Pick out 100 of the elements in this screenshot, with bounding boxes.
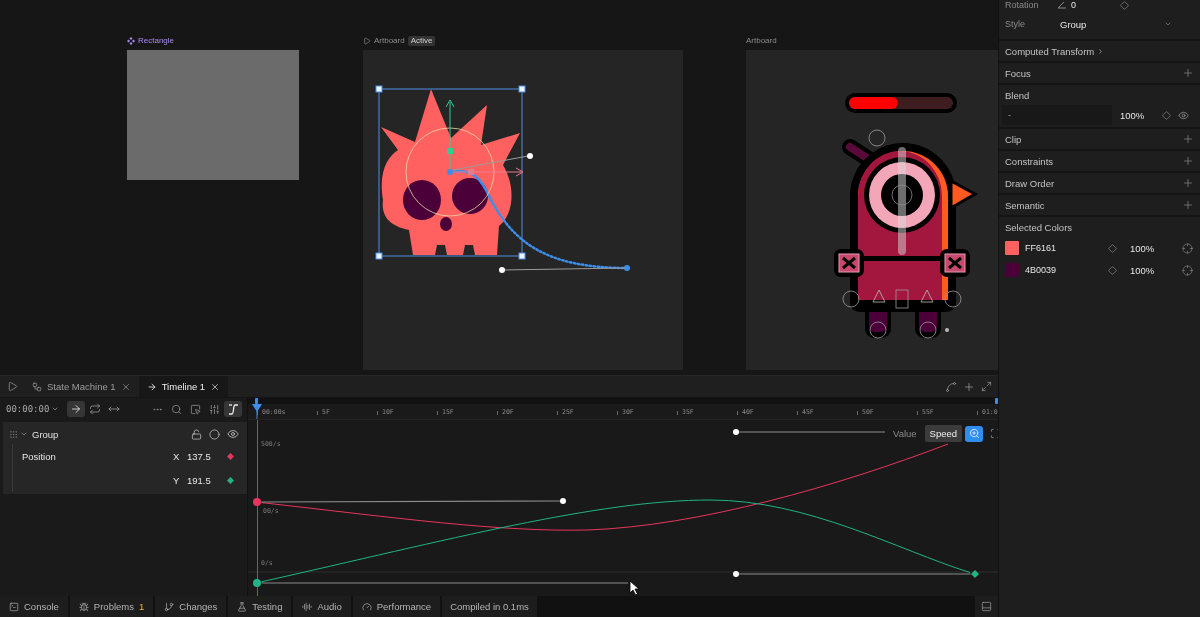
character-drawing[interactable] <box>834 129 979 339</box>
chevron-down-icon[interactable] <box>20 430 28 438</box>
blend-mode-field[interactable]: - <box>1002 105 1112 125</box>
problem-count: 1 <box>139 601 145 612</box>
pointer-cursor-icon <box>629 580 640 596</box>
shape-label[interactable]: Rectangle <box>138 36 175 46</box>
zoom-button[interactable] <box>965 425 984 442</box>
keyframe-dot[interactable] <box>253 579 261 587</box>
sliders-icon <box>208 403 220 415</box>
crosshair-icon[interactable] <box>1182 264 1193 276</box>
rotation-value[interactable]: 0 <box>1071 0 1076 10</box>
editor-tab[interactable]: Timeline 1 <box>138 376 229 397</box>
graph-mode-tab[interactable]: Speed <box>924 425 963 442</box>
section-title: Blend <box>1005 89 1030 101</box>
bug-icon <box>78 601 89 612</box>
keyframe-diamond-icon[interactable] <box>971 570 979 578</box>
curve-icon[interactable] <box>945 380 957 393</box>
close-icon[interactable] <box>120 381 131 392</box>
terminal-icon <box>9 601 19 612</box>
plus-icon[interactable] <box>1182 199 1194 211</box>
artboard-label[interactable]: Artboard <box>374 36 405 46</box>
unlock-icon[interactable] <box>191 428 202 440</box>
section-title: Constraints <box>1005 155 1054 167</box>
crosshair-icon[interactable] <box>1182 242 1193 254</box>
compile-status: Compiled in 0.1ms <box>442 596 537 617</box>
close-icon[interactable] <box>210 381 221 392</box>
time-display[interactable]: 00:00:00 <box>6 404 64 414</box>
bezier-handle[interactable] <box>452 153 533 171</box>
transform-gizmo[interactable] <box>405 99 524 217</box>
eye-icon[interactable] <box>227 428 239 440</box>
field-label: Style <box>1005 19 1026 29</box>
color-hex[interactable]: FF6161 <box>1025 243 1108 253</box>
keyframe-dot[interactable] <box>253 498 261 506</box>
grip-icon[interactable] <box>9 429 18 439</box>
gauge-icon <box>361 601 372 612</box>
color-hex[interactable]: 4B0039 <box>1025 265 1108 275</box>
range-handle[interactable] <box>255 398 258 404</box>
active-badge: Active <box>407 36 436 46</box>
pointer-square-icon <box>189 403 201 415</box>
axis-label: Y <box>173 474 181 486</box>
eye-icon[interactable] <box>1178 109 1189 121</box>
layer-name[interactable]: Group <box>32 428 59 440</box>
plus-icon[interactable] <box>1182 67 1194 79</box>
panel-toggle[interactable] <box>975 596 998 617</box>
property-value[interactable]: 137.5 <box>187 450 227 462</box>
audio-wave-icon <box>302 601 313 612</box>
speed-curve[interactable] <box>261 443 949 531</box>
search-icon <box>170 403 182 415</box>
section-title: Focus <box>1005 67 1031 79</box>
section-toggle[interactable]: Computed Transform <box>1005 45 1105 57</box>
keyframe-diamond-icon[interactable] <box>227 452 234 460</box>
graph-mode-tab[interactable]: Value <box>888 425 922 442</box>
playhead-marker[interactable] <box>252 403 262 419</box>
bezier-handle[interactable] <box>499 267 626 273</box>
field-label: Rotation <box>1005 0 1040 10</box>
property-value[interactable]: 191.5 <box>187 474 227 486</box>
panel-tab[interactable]: Console <box>0 596 68 617</box>
tangent-handle[interactable] <box>260 582 629 584</box>
opacity-value[interactable]: 100% <box>1122 264 1182 276</box>
panel-tab[interactable]: Audio <box>293 596 351 617</box>
section-title: Semantic <box>1005 199 1045 211</box>
panel-tab[interactable]: Changes <box>155 596 227 617</box>
ease-button[interactable] <box>224 401 242 417</box>
color-swatch-icon[interactable] <box>1005 263 1019 277</box>
panel-tab[interactable]: Problems 1 <box>69 596 154 617</box>
one-shot-button[interactable] <box>67 401 86 417</box>
tangent-handle[interactable] <box>260 498 566 504</box>
flowchart-icon <box>32 381 42 392</box>
branch-icon <box>164 601 175 612</box>
chevron-right-icon <box>1097 47 1105 55</box>
section-title: Draw Order <box>1005 177 1055 189</box>
play-icon[interactable] <box>363 37 371 45</box>
color-swatch-icon[interactable] <box>1005 241 1019 255</box>
loop-icon <box>89 403 102 415</box>
range-handle[interactable] <box>995 398 998 404</box>
play-icon[interactable] <box>6 381 18 392</box>
circle-icon[interactable] <box>209 428 220 440</box>
section-title: Selected Colors <box>1005 221 1073 233</box>
diamonds-icon <box>127 37 135 45</box>
opacity-value[interactable]: 100% <box>1112 109 1162 121</box>
keyframe-diamond-icon[interactable] <box>227 476 234 484</box>
flask-icon <box>237 601 248 612</box>
plus-icon[interactable] <box>1182 133 1194 145</box>
opacity-value[interactable]: 100% <box>1122 242 1182 254</box>
plus-icon[interactable] <box>1182 177 1194 189</box>
tangent-handle[interactable] <box>733 429 886 435</box>
style-dropdown[interactable]: Group <box>1060 15 1194 33</box>
frame-corners-icon <box>989 428 998 439</box>
panel-tab[interactable]: Testing <box>228 596 292 617</box>
plus-icon[interactable] <box>1182 155 1194 167</box>
artboard-label[interactable]: Artboard <box>746 36 777 46</box>
expand-icon[interactable] <box>981 381 992 392</box>
property-name[interactable]: Position <box>22 450 173 462</box>
arrow-right-icon <box>70 403 83 415</box>
angle-icon <box>1057 1 1067 9</box>
ease-curve-icon <box>227 403 239 415</box>
tangent-handle[interactable] <box>733 571 972 577</box>
chevron-down-icon <box>1164 20 1172 28</box>
panel-tab[interactable]: Performance <box>352 596 441 617</box>
plus-icon[interactable] <box>963 380 975 393</box>
